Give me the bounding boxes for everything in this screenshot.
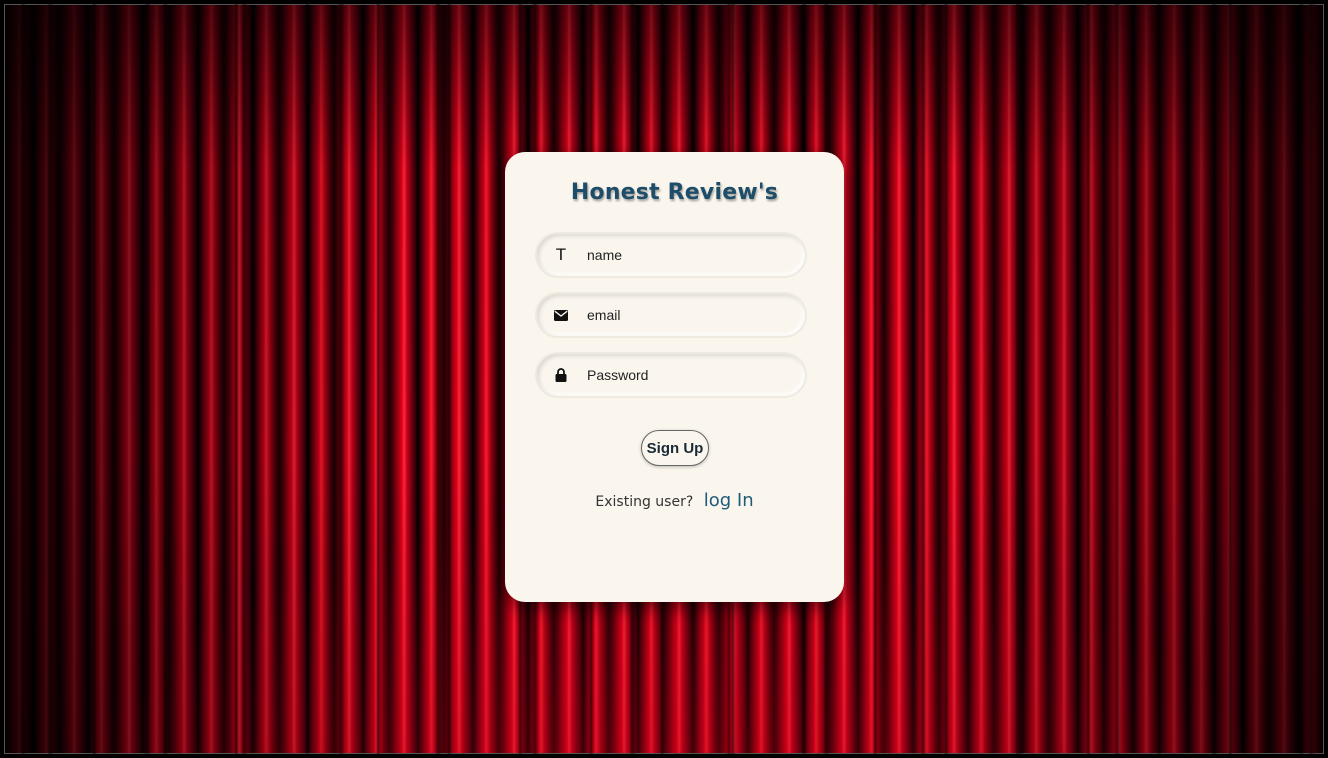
- email-input[interactable]: [587, 307, 787, 323]
- email-field[interactable]: [537, 294, 805, 336]
- login-prompt: Existing user? log In: [505, 490, 844, 511]
- lock-icon: [553, 367, 569, 383]
- password-field[interactable]: [537, 354, 805, 396]
- name-input[interactable]: [587, 247, 787, 263]
- signup-card: Honest Review's T Sign Up Existing user?…: [505, 152, 844, 602]
- text-icon: T: [555, 245, 567, 264]
- name-field[interactable]: T: [537, 234, 805, 276]
- envelope-icon: [553, 307, 569, 323]
- password-input[interactable]: [587, 367, 787, 383]
- sign-up-button[interactable]: Sign Up: [641, 430, 709, 466]
- existing-user-label: Existing user?: [595, 494, 694, 510]
- login-link[interactable]: log In: [704, 490, 754, 511]
- page-title: Honest Review's: [570, 180, 779, 205]
